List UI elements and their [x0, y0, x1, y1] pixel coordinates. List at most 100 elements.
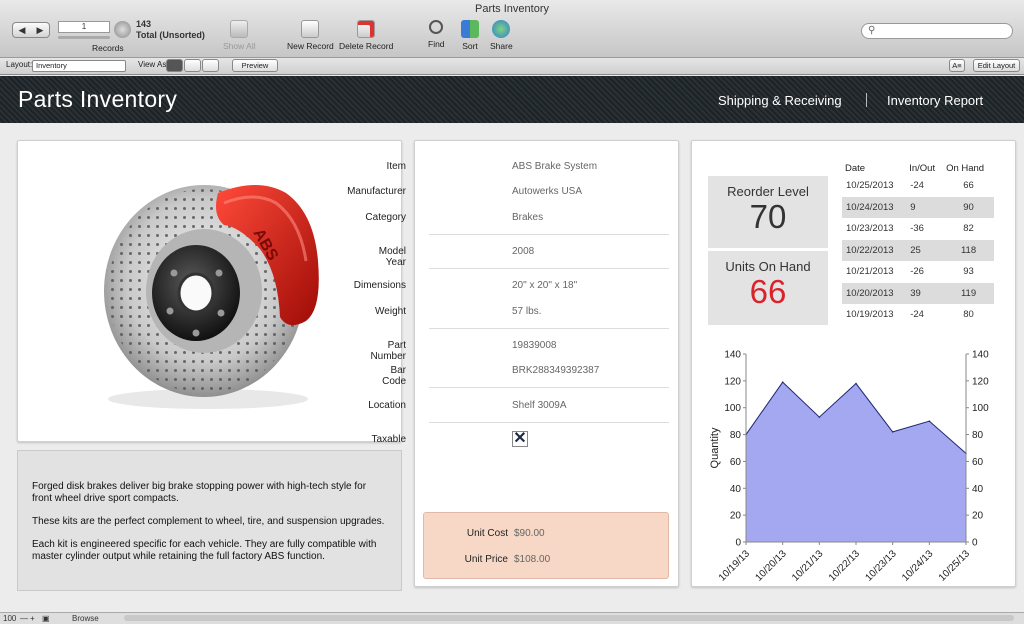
product-image-panel: ABS — [17, 140, 402, 442]
brake-rotor-image: ABS — [104, 185, 319, 409]
location-label: Location — [368, 400, 406, 411]
nav-divider — [866, 93, 867, 107]
y-tick-label-right: 60 — [972, 457, 984, 468]
cell-date: 10/25/2013 — [846, 180, 894, 192]
preview-button[interactable]: Preview — [232, 59, 278, 72]
category-label: Category — [365, 212, 406, 223]
model-year-field[interactable]: 2008 — [512, 246, 534, 257]
y-tick-label-right: 20 — [972, 511, 984, 522]
nav-link-inventory-report[interactable]: Inventory Report — [887, 93, 983, 108]
bar-code-label: Bar Code — [382, 365, 406, 387]
dimensions-label: Dimensions — [353, 280, 406, 291]
window-toolbar: Parts Inventory ◀ ▶ 1 143 Total (Unsorte… — [0, 0, 1024, 58]
font-size-button[interactable]: A≡ — [949, 59, 965, 72]
units-on-hand-label: Units On Hand — [725, 259, 811, 274]
cell-date: 10/21/2013 — [846, 266, 894, 278]
sort-icon — [461, 20, 479, 38]
prev-record-icon[interactable]: ◀ — [19, 25, 26, 36]
unit-price-field[interactable]: $108.00 — [514, 554, 550, 565]
divider — [429, 422, 669, 423]
status-toggle-icon[interactable]: ▣ — [42, 613, 50, 624]
y-tick-label-left: 100 — [724, 403, 741, 414]
record-navigation-button[interactable]: ◀ ▶ — [12, 22, 50, 38]
y-axis-label: Quantity — [709, 427, 721, 468]
find-icon — [429, 20, 444, 34]
zoom-out-icon[interactable]: — — [20, 613, 28, 624]
stock-panel: Reorder Level 70 Units On Hand 66 Date I… — [691, 140, 1016, 587]
column-header-in-out: In/Out — [909, 162, 936, 174]
nav-link-shipping[interactable]: Shipping & Receiving — [718, 93, 842, 108]
cell-in-out: 25 — [906, 239, 944, 261]
y-tick-label-left: 140 — [724, 350, 741, 361]
taxable-checkbox[interactable]: ✕ — [512, 431, 528, 447]
product-description: Forged disk brakes deliver big brake sto… — [17, 450, 402, 591]
unit-cost-field[interactable]: $90.00 — [514, 528, 545, 539]
window-title: Parts Inventory — [475, 3, 549, 15]
table-row[interactable]: 10/23/2013 -36 82 — [842, 218, 994, 240]
table-row[interactable]: 10/22/2013 25 118 — [842, 239, 994, 261]
layout-select[interactable]: Inventory — [32, 60, 126, 72]
category-field[interactable]: Brakes — [512, 212, 543, 223]
delete-record-button[interactable]: Delete Record — [339, 20, 393, 51]
inventory-history-table: Date In/Out On Hand 10/25/2013 -24 66 10/2… — [842, 161, 994, 326]
cell-on-hand: 82 — [963, 223, 974, 235]
y-tick-label-right: 0 — [972, 538, 978, 549]
sort-button[interactable]: Sort — [461, 20, 479, 51]
show-all-button[interactable]: Show All — [223, 20, 256, 51]
part-number-label: Part Number — [370, 340, 407, 362]
y-tick-label-right: 40 — [972, 484, 984, 495]
page-title: Parts Inventory — [18, 86, 178, 112]
view-list-button[interactable] — [184, 59, 201, 72]
item-label: Item — [386, 161, 406, 172]
manufacturer-field[interactable]: Autowerks USA — [512, 186, 582, 197]
dimensions-field[interactable]: 20" x 20" x 18" — [512, 280, 577, 291]
x-tick-label: 10/23/13 — [863, 548, 899, 584]
cell-on-hand: 66 — [963, 180, 974, 192]
cell-date: 10/24/2013 — [842, 196, 907, 218]
layout-bar: Layout: Inventory View As: Preview A≡ Ed… — [0, 58, 1024, 75]
zoom-level[interactable]: 100 — [3, 613, 16, 624]
find-button[interactable]: Find — [428, 20, 445, 49]
item-field[interactable]: ABS Brake System — [512, 161, 597, 172]
table-row[interactable]: 10/21/2013 -26 93 — [842, 261, 994, 283]
location-field[interactable]: Shelf 3009A — [512, 400, 567, 411]
next-record-icon[interactable]: ▶ — [37, 25, 44, 36]
layout-label: Layout: — [6, 60, 33, 69]
record-slider[interactable] — [58, 36, 110, 39]
table-row[interactable]: 10/20/2013 39 119 — [842, 282, 994, 304]
divider — [429, 234, 669, 235]
record-number-input[interactable]: 1 — [58, 21, 110, 33]
table-row[interactable]: 10/19/2013 -24 80 — [842, 304, 994, 326]
cell-on-hand: 118 — [943, 239, 994, 261]
view-table-button[interactable] — [202, 59, 219, 72]
y-tick-label-left: 40 — [730, 484, 742, 495]
part-number-field[interactable]: 19839008 — [512, 340, 557, 351]
description-paragraph: Forged disk brakes deliver big brake sto… — [32, 481, 367, 504]
table-row[interactable]: 10/24/2013 9 90 — [842, 196, 994, 218]
weight-field[interactable]: 57 lbs. — [512, 306, 541, 317]
reorder-level-box: Reorder Level 70 — [708, 176, 828, 248]
search-input[interactable]: ⚲ — [861, 23, 1013, 39]
bar-code-field[interactable]: BRK288349392387 — [512, 365, 599, 376]
x-tick-label: 10/22/13 — [827, 548, 863, 584]
record-pie-icon — [114, 21, 131, 38]
zoom-in-icon[interactable]: + — [30, 613, 35, 624]
new-record-button[interactable]: New Record — [287, 20, 334, 51]
manufacturer-label: Manufacturer — [347, 186, 406, 197]
view-as-label: View As: — [138, 60, 169, 69]
cell-date: 10/23/2013 — [846, 223, 894, 235]
search-icon: ⚲ — [868, 25, 876, 36]
view-form-button[interactable] — [166, 59, 183, 72]
cell-on-hand: 93 — [963, 266, 974, 278]
share-button[interactable]: Share — [490, 20, 513, 51]
y-tick-label-right: 100 — [972, 403, 989, 414]
cell-in-out: 9 — [906, 196, 944, 218]
horizontal-scrollbar[interactable] — [124, 615, 1014, 621]
table-row[interactable]: 10/25/2013 -24 66 — [842, 175, 994, 197]
reorder-level-label: Reorder Level — [727, 184, 809, 199]
data-point — [855, 382, 857, 385]
model-year-label: Model Year — [378, 246, 406, 268]
quantity-area-chart: 0 0 20 20 40 40 60 60 80 80 100 100 120 120 140 140 10/1… — [709, 350, 989, 584]
status-bar: 100 — + ▣ Browse — [0, 612, 1024, 624]
edit-layout-button[interactable]: Edit Layout — [973, 59, 1020, 72]
